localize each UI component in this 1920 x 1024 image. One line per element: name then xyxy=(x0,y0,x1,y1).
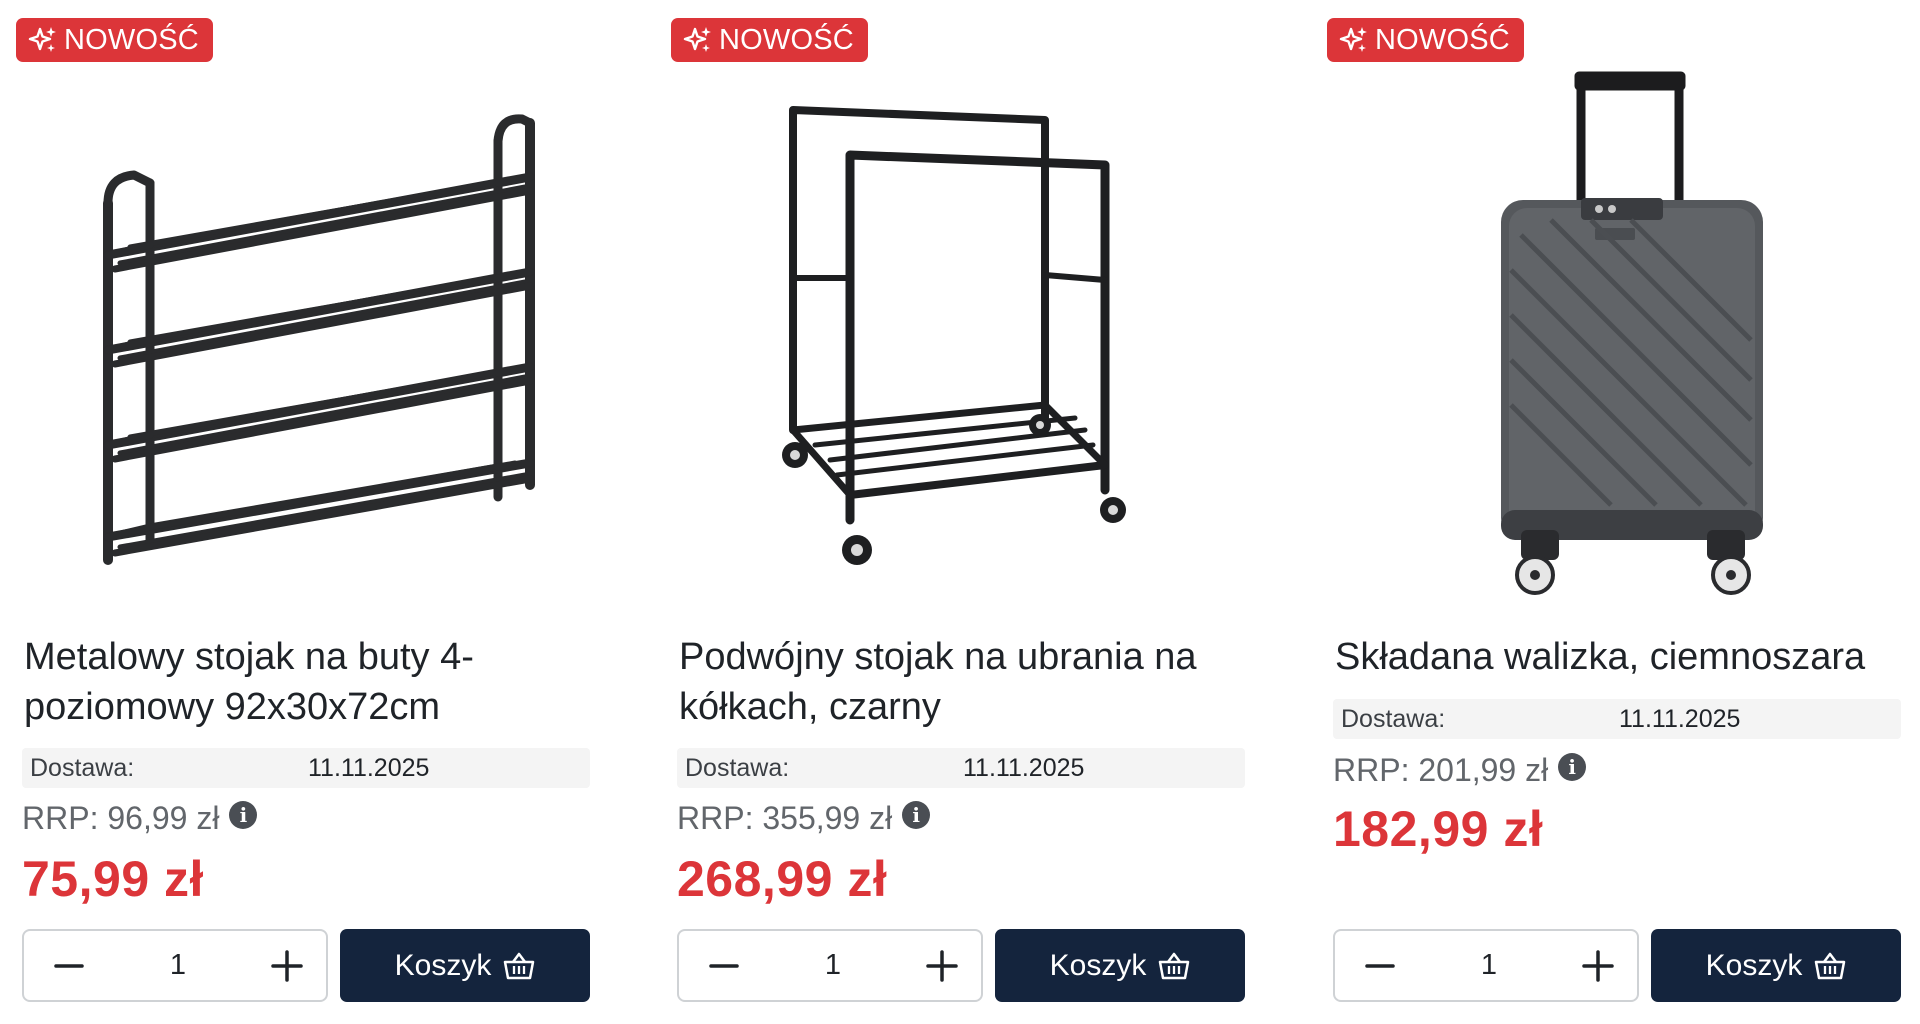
rrp-price-label: RRP: 355,99 zł xyxy=(677,800,893,836)
minus-icon xyxy=(709,963,739,968)
product-image[interactable] xyxy=(1333,70,1920,610)
new-badge: NOWOŚĆ xyxy=(16,18,213,62)
delivery-date: 11.11.2025 xyxy=(308,753,430,782)
new-badge: NOWOŚĆ xyxy=(671,18,868,62)
product-image[interactable] xyxy=(22,70,617,610)
product-title[interactable]: Podwójny stojak na ubrania na kółkach, c… xyxy=(679,632,1259,732)
sparkle-icon xyxy=(28,27,56,52)
product-card: NOWOŚĆ xyxy=(1327,0,1920,1024)
delivery-label: Dostawa: xyxy=(1341,704,1446,733)
add-to-cart-button[interactable]: Koszyk xyxy=(995,929,1245,1002)
product-grid: NOWOŚĆ Metalowy stojak na buty 4-poziomo… xyxy=(0,0,1920,1024)
product-title[interactable]: Składana walizka, ciemnoszara xyxy=(1335,632,1915,682)
decrease-quantity-button[interactable] xyxy=(1355,941,1405,991)
rrp-price: RRP: 355,99 zł i xyxy=(677,800,931,837)
add-to-cart-label: Koszyk xyxy=(394,948,492,982)
quantity-value[interactable]: 1 xyxy=(793,949,873,982)
increase-quantity-button[interactable] xyxy=(262,941,312,991)
delivery-row: Dostawa: 11.11.2025 xyxy=(1333,699,1901,739)
sale-price: 75,99 zł xyxy=(22,851,204,907)
product-title[interactable]: Metalowy stojak na buty 4-poziomowy 92x3… xyxy=(24,632,604,732)
plus-icon xyxy=(271,949,303,982)
sale-price: 182,99 zł xyxy=(1333,801,1544,857)
add-to-cart-button[interactable]: Koszyk xyxy=(340,929,590,1002)
quantity-stepper: 1 xyxy=(677,929,983,1002)
new-badge: NOWOŚĆ xyxy=(1327,18,1524,62)
product-card: NOWOŚĆ xyxy=(671,0,1272,1024)
delivery-row: Dostawa: 11.11.2025 xyxy=(677,748,1245,788)
quantity-value[interactable]: 1 xyxy=(138,949,218,982)
delivery-label: Dostawa: xyxy=(685,753,790,782)
info-icon[interactable]: i xyxy=(1558,752,1587,781)
quantity-stepper: 1 xyxy=(1333,929,1639,1002)
basket-icon xyxy=(1159,952,1190,979)
increase-quantity-button[interactable] xyxy=(1573,941,1623,991)
sale-price: 268,99 zł xyxy=(677,851,888,907)
add-to-cart-button[interactable]: Koszyk xyxy=(1651,929,1901,1002)
suitcase-image xyxy=(1500,71,1763,595)
delivery-label: Dostawa: xyxy=(30,753,135,782)
plus-icon xyxy=(1582,949,1614,982)
info-icon[interactable]: i xyxy=(229,800,258,829)
rrp-price: RRP: 201,99 zł i xyxy=(1333,752,1587,789)
clothes-rack-image xyxy=(781,106,1126,565)
new-badge-label: NOWOŚĆ xyxy=(719,23,854,56)
new-badge-label: NOWOŚĆ xyxy=(1375,23,1510,56)
quantity-value[interactable]: 1 xyxy=(1449,949,1529,982)
info-icon[interactable]: i xyxy=(902,800,931,829)
add-to-cart-label: Koszyk xyxy=(1049,948,1147,982)
decrease-quantity-button[interactable] xyxy=(699,941,749,991)
add-to-cart-label: Koszyk xyxy=(1705,948,1803,982)
sparkle-icon xyxy=(683,27,711,52)
minus-icon xyxy=(54,963,84,968)
basket-icon xyxy=(504,952,535,979)
delivery-date: 11.11.2025 xyxy=(1619,704,1741,733)
quantity-stepper: 1 xyxy=(22,929,328,1002)
new-badge-label: NOWOŚĆ xyxy=(64,23,199,56)
rrp-price: RRP: 96,99 zł i xyxy=(22,800,258,837)
sparkle-icon xyxy=(1339,27,1367,52)
delivery-row: Dostawa: 11.11.2025 xyxy=(22,748,590,788)
minus-icon xyxy=(1365,963,1395,968)
increase-quantity-button[interactable] xyxy=(917,941,967,991)
delivery-date: 11.11.2025 xyxy=(963,753,1085,782)
plus-icon xyxy=(926,949,958,982)
basket-icon xyxy=(1815,952,1846,979)
rrp-price-label: RRP: 96,99 zł xyxy=(22,800,220,836)
product-card: NOWOŚĆ xyxy=(16,0,617,1024)
product-image[interactable] xyxy=(677,70,1272,610)
shoe-rack-image xyxy=(102,114,535,565)
decrease-quantity-button[interactable] xyxy=(44,941,94,991)
rrp-price-label: RRP: 201,99 zł xyxy=(1333,752,1549,788)
